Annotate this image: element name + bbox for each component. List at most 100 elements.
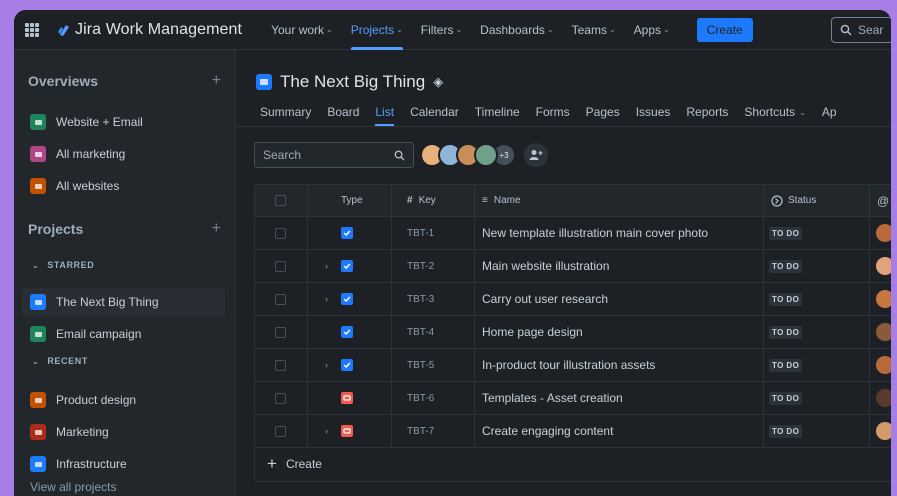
issue-key[interactable]: TBT-5	[407, 349, 434, 381]
issue-name[interactable]: Create engaging content	[482, 415, 613, 447]
table-row[interactable]: TBT-4 Home page design TO DO	[255, 316, 891, 349]
edit-icon[interactable]: ◈	[433, 74, 443, 90]
status-dropdown[interactable]: TO DO	[769, 283, 803, 315]
sidebar-item-product-design[interactable]: Product design	[22, 386, 225, 414]
global-search-input[interactable]: Sear	[831, 17, 891, 43]
list-search-input[interactable]: Search	[254, 142, 414, 168]
tab-reports[interactable]: Reports	[678, 98, 736, 126]
add-overview-icon[interactable]: +	[212, 72, 221, 90]
create-button[interactable]: Create	[696, 17, 753, 42]
add-project-icon[interactable]: +	[212, 220, 221, 238]
chevron-right-icon[interactable]: ›	[325, 250, 328, 282]
status-dropdown[interactable]: TO DO	[769, 382, 803, 414]
nav-item-teams[interactable]: Teams ⌄	[563, 10, 625, 50]
tab-forms[interactable]: Forms	[528, 98, 578, 126]
issue-name[interactable]: Main website illustration	[482, 250, 609, 282]
select-all-checkbox[interactable]	[275, 185, 286, 216]
header-status[interactable]: Status	[771, 185, 816, 216]
row-checkbox[interactable]	[275, 415, 286, 447]
status-dropdown[interactable]: TO DO	[769, 415, 803, 447]
issue-key[interactable]: TBT-1	[407, 217, 434, 249]
tab-ap[interactable]: Ap	[814, 98, 845, 126]
tab-label: Issues	[635, 105, 671, 119]
brand[interactable]: Jira Work Management	[57, 21, 242, 39]
avatar[interactable]	[474, 143, 498, 167]
assignee-avatar[interactable]	[876, 250, 891, 282]
issue-key[interactable]: TBT-4	[407, 316, 434, 348]
tab-issues[interactable]: Issues	[628, 98, 679, 126]
table-row[interactable]: › TBT-7 Create engaging content TO DO	[255, 415, 891, 448]
view-all-projects-link[interactable]: View all projects	[30, 480, 116, 494]
tab-board[interactable]: Board	[319, 98, 367, 126]
header-name[interactable]: ≡ Name	[482, 185, 521, 216]
table-row[interactable]: › TBT-5 In-product tour illustration asset…	[255, 349, 891, 382]
projects-title: Projects	[28, 221, 84, 237]
task-type-icon	[341, 250, 353, 282]
row-checkbox[interactable]	[275, 283, 286, 315]
create-issue-button[interactable]: + Create	[255, 447, 891, 481]
issue-key[interactable]: TBT-2	[407, 250, 434, 282]
starred-group-toggle[interactable]: ⌄ STARRED	[32, 260, 94, 270]
issue-name[interactable]: Templates - Asset creation	[482, 382, 623, 414]
header-type[interactable]: Type	[341, 185, 363, 216]
add-people-button[interactable]	[524, 143, 548, 167]
issue-name[interactable]: New template illustration main cover pho…	[482, 217, 708, 249]
row-checkbox[interactable]	[275, 250, 286, 282]
chevron-right-icon[interactable]: ›	[325, 415, 328, 447]
issue-name[interactable]: In-product tour illustration assets	[482, 349, 655, 381]
assignee-avatar[interactable]	[876, 415, 891, 447]
recent-group-toggle[interactable]: ⌄ RECENT	[32, 356, 88, 366]
sidebar-item-email-campaign[interactable]: Email campaign	[22, 320, 225, 348]
tab-summary[interactable]: Summary	[252, 98, 319, 126]
sidebar-item-the-next-big-thing[interactable]: The Next Big Thing	[22, 288, 225, 316]
chevron-right-icon[interactable]: ›	[325, 283, 328, 315]
table-row[interactable]: TBT-1 New template illustration main cove…	[255, 217, 891, 250]
project-icon	[30, 456, 46, 472]
nav-item-label: Dashboards	[480, 22, 545, 37]
status-dropdown[interactable]: TO DO	[769, 250, 803, 282]
header-key[interactable]: # Key	[407, 185, 436, 216]
status-dropdown[interactable]: TO DO	[769, 316, 803, 348]
nav-item-your-work[interactable]: Your work ⌄	[262, 10, 342, 50]
table-row[interactable]: TBT-6 Templates - Asset creation TO DO	[255, 382, 891, 415]
row-checkbox[interactable]	[275, 349, 286, 381]
bug-type-icon	[341, 415, 353, 447]
sidebar-item-all-marketing[interactable]: All marketing	[22, 140, 225, 168]
row-checkbox[interactable]	[275, 316, 286, 348]
issue-name[interactable]: Carry out user research	[482, 283, 608, 315]
issue-name[interactable]: Home page design	[482, 316, 583, 348]
chevron-right-icon[interactable]: ›	[325, 349, 328, 381]
chevron-down-icon: ⌄	[663, 25, 670, 34]
tab-label: Board	[327, 105, 360, 119]
assignee-avatar[interactable]	[876, 217, 891, 249]
sidebar-item-website-email[interactable]: Website + Email	[22, 108, 225, 136]
tab-shortcuts[interactable]: Shortcuts ⌄	[736, 98, 813, 126]
assignee-avatar[interactable]	[876, 382, 891, 414]
table-row[interactable]: › TBT-3 Carry out user research TO DO	[255, 283, 891, 316]
status-dropdown[interactable]: TO DO	[769, 217, 803, 249]
table-row[interactable]: › TBT-2 Main website illustration TO DO	[255, 250, 891, 283]
nav-item-projects[interactable]: Projects ⌄	[342, 10, 412, 50]
assignee-avatar[interactable]	[876, 349, 891, 381]
assignee-avatar[interactable]	[876, 316, 891, 348]
tab-pages[interactable]: Pages	[578, 98, 628, 126]
sidebar-item-all-websites[interactable]: All websites	[22, 172, 225, 200]
status-dropdown[interactable]: TO DO	[769, 349, 803, 381]
assignee-avatar[interactable]	[876, 283, 891, 315]
row-checkbox[interactable]	[275, 217, 286, 249]
issue-key[interactable]: TBT-6	[407, 382, 434, 414]
app-switcher-icon[interactable]	[25, 22, 39, 37]
issue-key[interactable]: TBT-7	[407, 415, 434, 447]
issue-key[interactable]: TBT-3	[407, 283, 434, 315]
tab-timeline[interactable]: Timeline	[467, 98, 528, 126]
sidebar-item-marketing[interactable]: Marketing	[22, 418, 225, 446]
tab-list[interactable]: List	[367, 98, 402, 126]
nav-item-filters[interactable]: Filters ⌄	[412, 10, 471, 50]
sidebar-item-infrastructure[interactable]: Infrastructure	[22, 450, 225, 478]
task-type-icon	[341, 316, 353, 348]
tab-calendar[interactable]: Calendar	[402, 98, 467, 126]
main-content: The Next Big Thing ◈ Summary Board List Cal…	[236, 50, 891, 496]
nav-item-apps[interactable]: Apps ⌄	[625, 10, 679, 50]
nav-item-dashboards[interactable]: Dashboards ⌄	[471, 10, 562, 50]
row-checkbox[interactable]	[275, 382, 286, 414]
